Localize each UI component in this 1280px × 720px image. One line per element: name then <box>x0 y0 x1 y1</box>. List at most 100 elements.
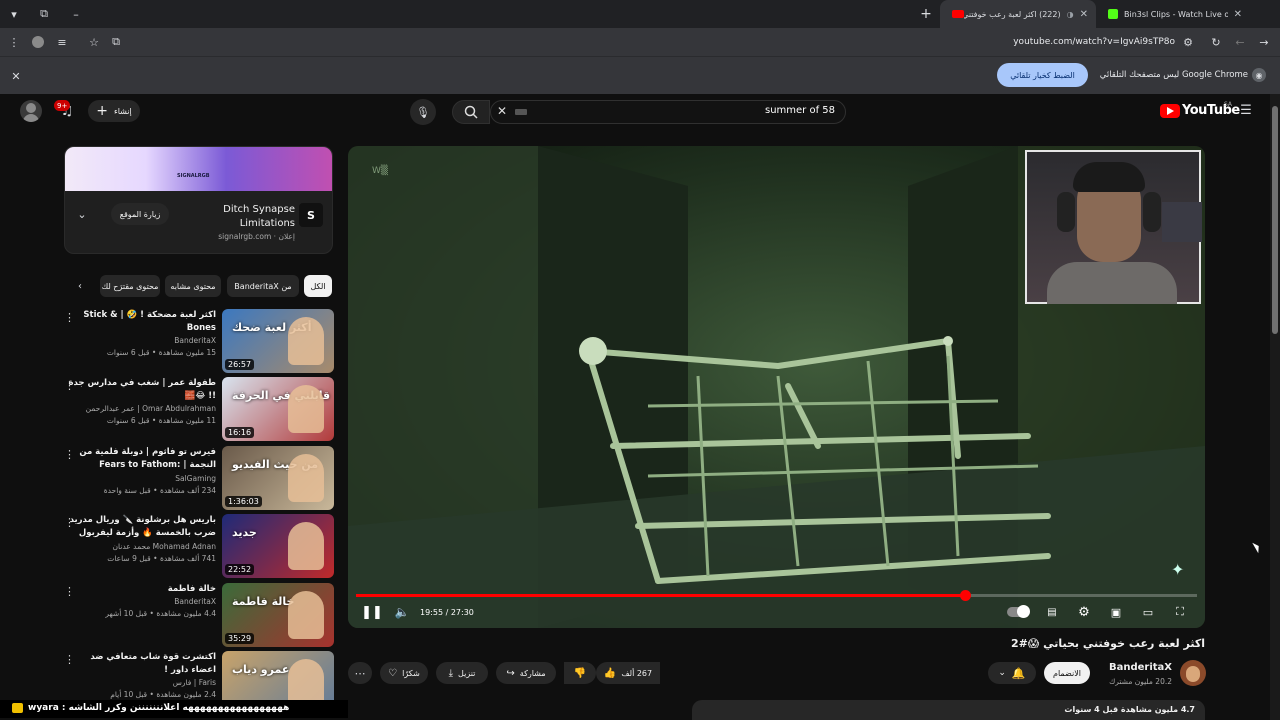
recommendation-channel: SalGaming <box>175 474 216 483</box>
ad-domain: signalrgb.com <box>218 232 272 241</box>
bookmark-star-icon[interactable]: ☆ <box>86 34 102 50</box>
tab-kick[interactable]: ✕ Bin3sl Clips - Watch Live on Kick <box>1100 0 1250 28</box>
more-options-icon[interactable]: ⋮ <box>64 311 75 324</box>
create-button[interactable]: إنشاء + <box>88 100 140 122</box>
recommendation-text: طفولة عمر | شغب في مدارس جدة !! 😂🧱 Omar A… <box>66 377 216 427</box>
recommendation-text: فيرس تو فاثوم | دوبلة فلمية من النجمة | … <box>66 446 216 497</box>
settings-gear-icon[interactable]: ⚙ <box>1076 604 1092 620</box>
share-button[interactable]: مشاركة ↪ <box>496 662 556 684</box>
site-info-icon[interactable]: ⚙ <box>1180 34 1196 50</box>
thanks-label: شكرًا <box>402 668 420 678</box>
progress-scrubber[interactable] <box>959 590 971 601</box>
minimize-icon[interactable]: – <box>68 6 84 22</box>
scrollbar-thumb[interactable] <box>1272 106 1278 334</box>
ad-card[interactable]: SIGNALRGB S Ditch Synapse Limitations إع… <box>64 146 333 254</box>
thumbs-up-icon: 👍 <box>603 667 617 679</box>
close-tab-icon[interactable]: ✕ <box>1080 9 1088 20</box>
theater-mode-icon[interactable]: ▭ <box>1140 604 1156 620</box>
more-options-icon[interactable]: ⋮ <box>64 379 75 392</box>
recommendation-item[interactable]: قابلني في الحرفة 16:16 طفولة عمر | شغب في … <box>64 377 334 441</box>
description-box[interactable]: 4.7 مليون مشاهدة قبل 4 سنوات <box>692 700 1205 720</box>
avatar[interactable] <box>20 100 42 122</box>
reading-list-icon[interactable]: ≡ <box>54 34 70 50</box>
default-browser-infobar: ✕ الضبط كخيار تلقائي Google Chrome ليس م… <box>0 56 1280 94</box>
channel-name[interactable]: BanderitaX <box>1100 662 1172 673</box>
back-icon[interactable]: → <box>1256 34 1272 50</box>
video-thumbnail[interactable]: أكثر لعبة ضحك 26:57 <box>222 309 334 373</box>
search-button[interactable] <box>452 100 490 124</box>
recommendation-meta: 741 ألف مشاهدة • قبل 9 ساعات <box>107 554 216 563</box>
thumbnail-person <box>288 385 324 433</box>
download-button[interactable]: تنزيل ⤓ <box>436 662 488 684</box>
reload-icon[interactable]: ↻ <box>1208 34 1224 50</box>
thumbnail-text: خالة فاطمة <box>232 595 295 608</box>
chip-from-channel[interactable]: من BanderitaX <box>227 275 299 297</box>
close-infobar-icon[interactable]: ✕ <box>8 68 24 84</box>
microphone-icon[interactable]: 🎙 <box>410 99 436 125</box>
search-input[interactable]: ✕ summer of 58 <box>490 100 846 124</box>
clear-search-icon[interactable]: ✕ <box>497 104 507 118</box>
tab-search-icon[interactable]: ▾ <box>6 6 22 22</box>
chevron-down-icon[interactable]: ⌄ <box>75 207 89 221</box>
address-bar[interactable]: youtube.com/watch?v=IgvAi9sTP8o <box>130 32 1200 52</box>
video-overlay-text: W▒ <box>372 166 388 176</box>
autoplay-toggle[interactable] <box>1006 604 1030 620</box>
set-default-button[interactable]: الضبط كخيار تلقائي <box>997 63 1088 87</box>
new-tab-icon[interactable]: + <box>918 6 934 22</box>
visit-site-button[interactable]: زيارة الموقع <box>111 203 169 225</box>
thanks-button[interactable]: شكرًا ♡ <box>380 662 428 684</box>
chips-scroll-left-icon[interactable]: ‹ <box>74 279 86 293</box>
hamburger-menu-icon[interactable]: ☰ <box>1238 102 1254 118</box>
join-button[interactable]: الانضمام <box>1044 662 1090 684</box>
more-options-icon[interactable]: ⋮ <box>64 448 75 461</box>
duration-badge: 16:16 <box>225 427 255 438</box>
chrome-logo-icon: ◉ <box>1252 68 1266 82</box>
more-options-icon[interactable]: ⋮ <box>64 653 75 666</box>
search-query: summer of 58 <box>764 105 835 116</box>
install-app-icon[interactable]: ⧉ <box>108 34 124 50</box>
tab-title: Bin3sl Clips - Watch Live on Kick <box>1124 9 1228 19</box>
recommendation-item[interactable]: جديد 22:52 باريس هل برشلونة 🔪 وريال مدريد … <box>64 514 334 578</box>
download-label: تنزيل <box>458 668 476 678</box>
chip-recommended[interactable]: محتوى مقترَح لك <box>100 275 160 297</box>
search-icon <box>464 105 478 119</box>
subtitles-icon[interactable]: ▤ <box>1044 604 1060 620</box>
keyboard-icon[interactable] <box>515 109 527 115</box>
recommendation-item[interactable]: أكثر لعبة ضحك 26:57 اكثر لعبة مضحكة ! 🤣 | … <box>64 309 334 373</box>
menu-dots-icon[interactable]: ⋮ <box>6 34 22 50</box>
url-text: youtube.com/watch?v=IgvAi9sTP8o <box>1013 37 1175 47</box>
channel-avatar[interactable] <box>1180 660 1206 686</box>
progress-bar[interactable] <box>356 590 1197 601</box>
video-thumbnail[interactable]: جديد 22:52 <box>222 514 334 578</box>
dislike-button[interactable]: 👎 <box>564 662 596 684</box>
subscribed-button[interactable]: 🔔 ⌄ <box>988 662 1036 684</box>
video-thumbnail[interactable]: خالة فاطمة 35:29 <box>222 583 334 647</box>
recommendation-title: باريس هل برشلونة 🔪 وريال مدريد ضرب بالخم… <box>69 515 216 538</box>
video-thumbnail[interactable]: من حيث الفيديو 1:36:03 <box>222 446 334 510</box>
pause-icon[interactable]: ❚❚ <box>361 604 383 620</box>
restore-icon[interactable]: ⧉ <box>36 6 52 22</box>
recommendation-item[interactable]: من حيث الفيديو 1:36:03 فيرس تو فاثوم | دوب… <box>64 446 334 510</box>
fullscreen-icon[interactable]: ⛶ <box>1172 604 1188 620</box>
volume-icon[interactable]: 🔈 <box>394 604 410 620</box>
close-tab-icon[interactable]: ✕ <box>1234 9 1242 20</box>
more-actions-icon[interactable]: ⋯ <box>348 662 372 684</box>
miniplayer-icon[interactable]: ▣ <box>1108 604 1124 620</box>
profile-icon[interactable] <box>30 34 46 50</box>
video-thumbnail[interactable]: قابلني في الحرفة 16:16 <box>222 377 334 441</box>
chip-related[interactable]: محتوى مشابه <box>165 275 221 297</box>
chip-all[interactable]: الكل <box>304 275 332 297</box>
recommendation-title: طفولة عمر | شغب في مدارس جدة !! 😂🧱 <box>68 378 216 401</box>
share-arrow-icon: ↪ <box>506 667 515 679</box>
create-label: إنشاء <box>113 106 132 116</box>
more-options-icon[interactable]: ⋮ <box>64 585 75 598</box>
forward-icon[interactable]: ← <box>1232 34 1248 50</box>
recommendation-item[interactable]: خالة فاطمة 35:29 خالة فاطمة BanderitaX 4.4 م… <box>64 583 334 647</box>
like-button[interactable]: 267 ألف 👍 <box>596 662 660 684</box>
page-scrollbar[interactable] <box>1270 94 1280 720</box>
video-player[interactable]: W▒ ✦ ❚❚ 🔈 19:55 / 27:30 ▤ ⚙ ▣ ▭ ⛶ <box>348 146 1205 628</box>
tab-youtube-video[interactable]: ✕ ◑ (222) اكثر لعبة رعب خوفتني <box>940 0 1096 28</box>
youtube-logo-icon[interactable] <box>1160 104 1180 118</box>
more-options-icon[interactable]: ⋮ <box>64 516 75 529</box>
recommendation-channel: BanderitaX <box>174 597 216 606</box>
